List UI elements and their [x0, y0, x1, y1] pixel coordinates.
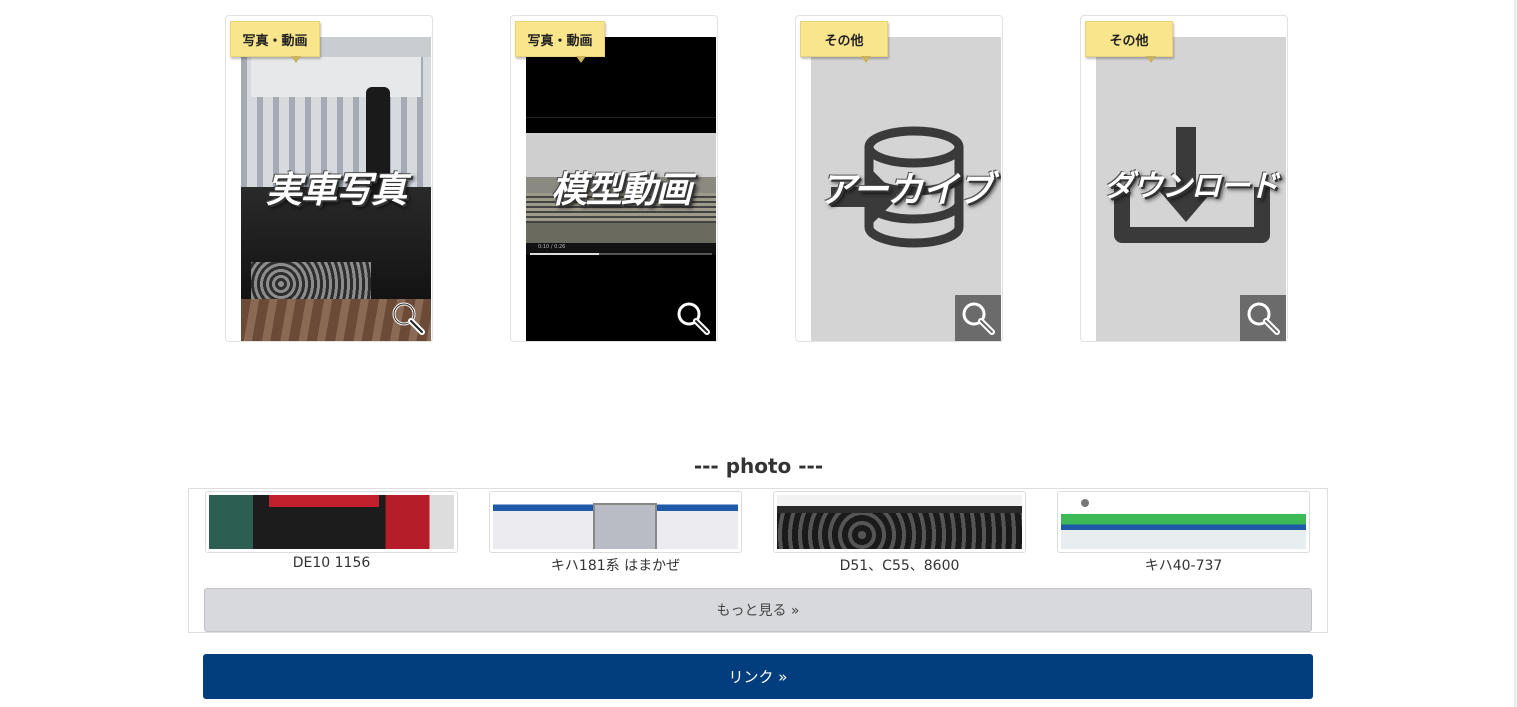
photo-thumbnail[interactable]: [773, 491, 1026, 553]
category-card-photo[interactable]: 写真・動画 実車写真: [225, 15, 433, 342]
more-button[interactable]: もっと見る »: [204, 588, 1312, 632]
category-card-download[interactable]: その他 ダウンロード: [1080, 15, 1288, 342]
magnifier-icon: [962, 302, 995, 335]
card-thumbnail[interactable]: 実車写真: [241, 37, 431, 341]
zoom-button[interactable]: [385, 295, 431, 341]
photo-thumbnail[interactable]: [489, 491, 742, 553]
photo-image: [493, 495, 738, 549]
building-image-part: [251, 57, 421, 97]
card-label: ダウンロード: [1104, 169, 1279, 204]
photo-caption[interactable]: キハ181系 はまかぜ: [489, 555, 742, 575]
category-card-archive[interactable]: その他 アーカイブ: [795, 15, 1003, 342]
category-tag: その他: [800, 21, 888, 63]
photo-caption[interactable]: D51、C55、8600: [773, 555, 1026, 575]
card-label: アーカイブ: [819, 170, 994, 211]
magnifier-icon: [1247, 302, 1280, 335]
zoom-button[interactable]: [1240, 295, 1286, 341]
photo-caption[interactable]: キハ40-737: [1057, 555, 1310, 575]
photo-image: [777, 495, 1022, 549]
category-card-video[interactable]: 写真・動画 0:10 / 0:26 模型動画: [510, 15, 718, 342]
photo-thumbnail[interactable]: [1057, 491, 1310, 553]
card-thumbnail[interactable]: アーカイブ: [811, 37, 1001, 341]
magnifier-icon: [392, 302, 425, 335]
photo-image: [1061, 495, 1306, 549]
photo-image: [209, 495, 454, 549]
category-tag: 写真・動画: [230, 21, 320, 63]
category-tag: その他: [1085, 21, 1173, 63]
photo-caption[interactable]: DE10 1156: [205, 555, 458, 571]
magnifier-icon: [677, 302, 710, 335]
photo-gallery: DE10 1156 キハ181系 はまかぜ D51、C55、8600 キハ40-…: [188, 488, 1328, 633]
card-label: 実車写真: [265, 170, 407, 211]
photo-thumbnail[interactable]: [205, 491, 458, 553]
category-tag: 写真・動画: [515, 21, 605, 63]
zoom-button[interactable]: [670, 295, 716, 341]
card-label: 模型動画: [550, 170, 692, 211]
video-progress-fill: [530, 253, 600, 255]
video-time: 0:10 / 0:26: [538, 244, 566, 250]
video-progress-bar[interactable]: [530, 253, 712, 255]
section-title: --- photo ---: [693, 454, 824, 478]
card-thumbnail[interactable]: 0:10 / 0:26 模型動画: [526, 37, 716, 341]
video-frame-line: [526, 117, 716, 118]
link-button[interactable]: リンク »: [203, 654, 1313, 699]
zoom-button[interactable]: [955, 295, 1001, 341]
card-thumbnail[interactable]: ダウンロード: [1096, 37, 1286, 341]
